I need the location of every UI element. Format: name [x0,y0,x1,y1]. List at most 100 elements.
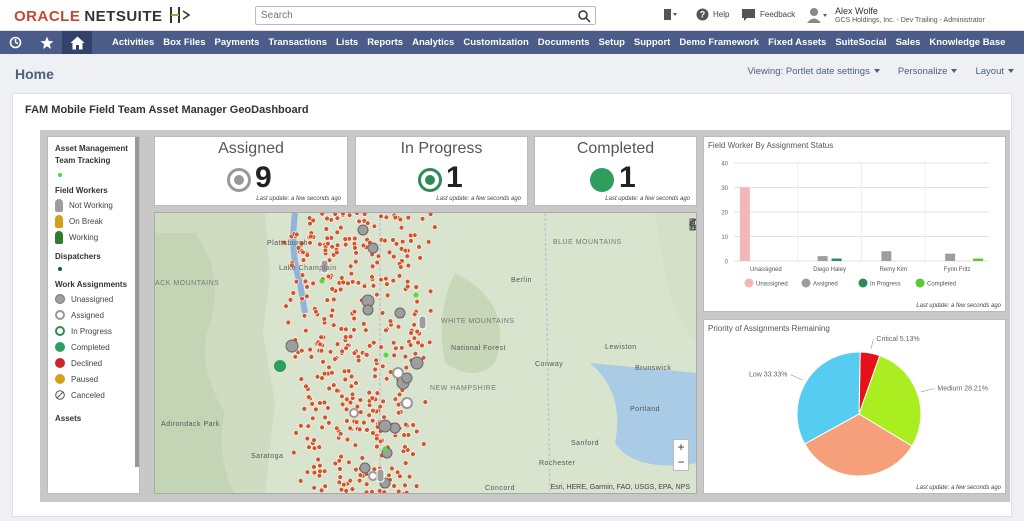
assignment-marker [374,291,380,298]
assignment-marker [339,401,346,408]
assignment-marker [343,345,349,351]
priority-pie-chart[interactable]: Critical 5.13% Medium 28.21% Low 33.33% [704,334,1007,484]
nav-knowledge-base[interactable]: Knowledge Base [929,37,1005,48]
assignment-marker [320,359,326,365]
search-icon[interactable] [577,9,591,23]
legend-assets: Assets [55,414,82,423]
basemap-gallery-icon[interactable] [689,218,697,231]
assignment-marker [325,405,331,411]
nav-demo-framework[interactable]: Demo Framework [679,37,759,48]
assignment-marker [393,241,400,247]
logo-netsuite: NETSUITE [84,8,163,25]
assignment-marker [325,273,332,280]
personalize-dropdown[interactable]: Personalize [898,66,958,77]
assignment-marker [408,238,414,244]
assignment-marker [428,308,434,314]
user-menu[interactable] [806,7,828,23]
assignment-marker [344,418,350,424]
viewing-dropdown[interactable]: Viewing: Portlet date settings [747,66,880,77]
assignment-marker [361,419,367,426]
nav-analytics[interactable]: Analytics [412,37,454,48]
feedback-link[interactable]: Feedback [741,8,795,21]
netsuite-logo[interactable]: ORACLE NETSUITE [14,8,163,25]
legend-marker [801,278,811,288]
nav-sales[interactable]: Sales [896,37,921,48]
completed-markers[interactable] [274,360,286,372]
global-search[interactable] [255,6,596,25]
nav-suitesocial[interactable]: SuiteSocial [835,37,886,48]
map-label: Saratoga [251,453,284,460]
zoom-out-button[interactable]: − [674,455,688,470]
nav-payments[interactable]: Payments [215,37,260,48]
nav-reports[interactable]: Reports [367,37,403,48]
assignment-marker [389,465,395,472]
assignment-marker [369,489,375,493]
assignment-marker [334,341,341,347]
nav-fixed-assets[interactable]: Fixed Assets [768,37,826,48]
recent-records-button[interactable] [662,8,678,21]
assignment-marker [382,237,388,244]
canceled-icon [55,390,65,400]
nav-documents[interactable]: Documents [538,37,590,48]
nav-lists[interactable]: Lists [336,37,358,48]
zoom-in-button[interactable]: + [674,440,688,455]
home-button[interactable] [62,31,92,54]
in-progress-stat-card[interactable]: In Progress 1 Last update: a few seconds… [355,136,528,206]
home-icon [70,36,84,49]
in-progress-icon [418,168,442,192]
assignment-marker [358,409,364,415]
assignment-marker [408,330,414,336]
assignment-marker [401,432,407,438]
assignment-marker [353,258,359,265]
assignment-marker [352,245,358,251]
legend-item: Canceled [55,387,139,403]
assignment-marker [322,247,329,253]
assignment-marker [427,288,434,295]
legend-label: Unassigned [756,282,788,288]
legend-item: Unassigned [55,291,139,307]
nav-box-files[interactable]: Box Files [163,37,205,48]
assignment-marker [402,247,409,254]
assigned-icon [55,310,65,320]
favorites-button[interactable] [31,31,62,54]
nav-transactions[interactable]: Transactions [268,37,327,48]
x-tick-label: Diego Haley [813,267,846,273]
y-tick-label: 40 [721,162,728,168]
svg-text:?: ? [700,10,706,20]
completed-stat-card[interactable]: Completed 1 Last update: a few seconds a… [534,136,697,206]
assignment-marker [353,419,360,425]
assignment-marker [410,422,416,428]
nav-customization[interactable]: Customization [463,37,528,48]
help-link[interactable]: ? Help [696,8,729,21]
legend-scrollbar[interactable] [135,137,139,467]
field-worker-bar-chart[interactable]: 0 10 20 30 40 Unassigned Diego Haley Remy Kim Fy… [704,153,1007,303]
assignment-marker [305,423,312,429]
on-break-pin-icon [55,214,63,228]
map-legend[interactable]: Asset Management Team Tracking Field Wor… [47,136,140,494]
map-label: Concord [485,485,515,492]
assignment-marker [364,427,370,433]
working-pin-icon [55,230,63,244]
nav-activities[interactable]: Activities [112,37,154,48]
recent-button[interactable] [0,31,31,54]
assignment-marker [378,213,384,220]
search-input[interactable] [256,7,556,24]
user-info[interactable]: Alex Wolfe GCS Holdings, Inc. - Dev Trai… [835,6,985,26]
layout-dropdown[interactable]: Layout [975,66,1014,77]
assignment-marker [321,316,328,322]
assigned-stat-card[interactable]: Assigned 9 Last update: a few seconds ag… [154,136,348,206]
paused-icon [55,374,65,384]
map-canvas[interactable] [155,213,697,494]
map-label: National Forest [451,345,506,352]
assignment-marker [283,303,289,309]
map-view[interactable]: Plattsburgh Lake Champlain ACK MOUNTAINS… [154,212,697,494]
assignment-marker [353,466,359,473]
nav-support[interactable]: Support [634,37,670,48]
chevron-down-icon [873,69,880,74]
assignment-marker [396,410,402,416]
assignment-marker [311,469,318,476]
assignment-marker [372,373,378,380]
assignment-marker [341,368,348,375]
nav-setup[interactable]: Setup [599,37,625,48]
work-assignment-markers[interactable] [281,213,438,494]
